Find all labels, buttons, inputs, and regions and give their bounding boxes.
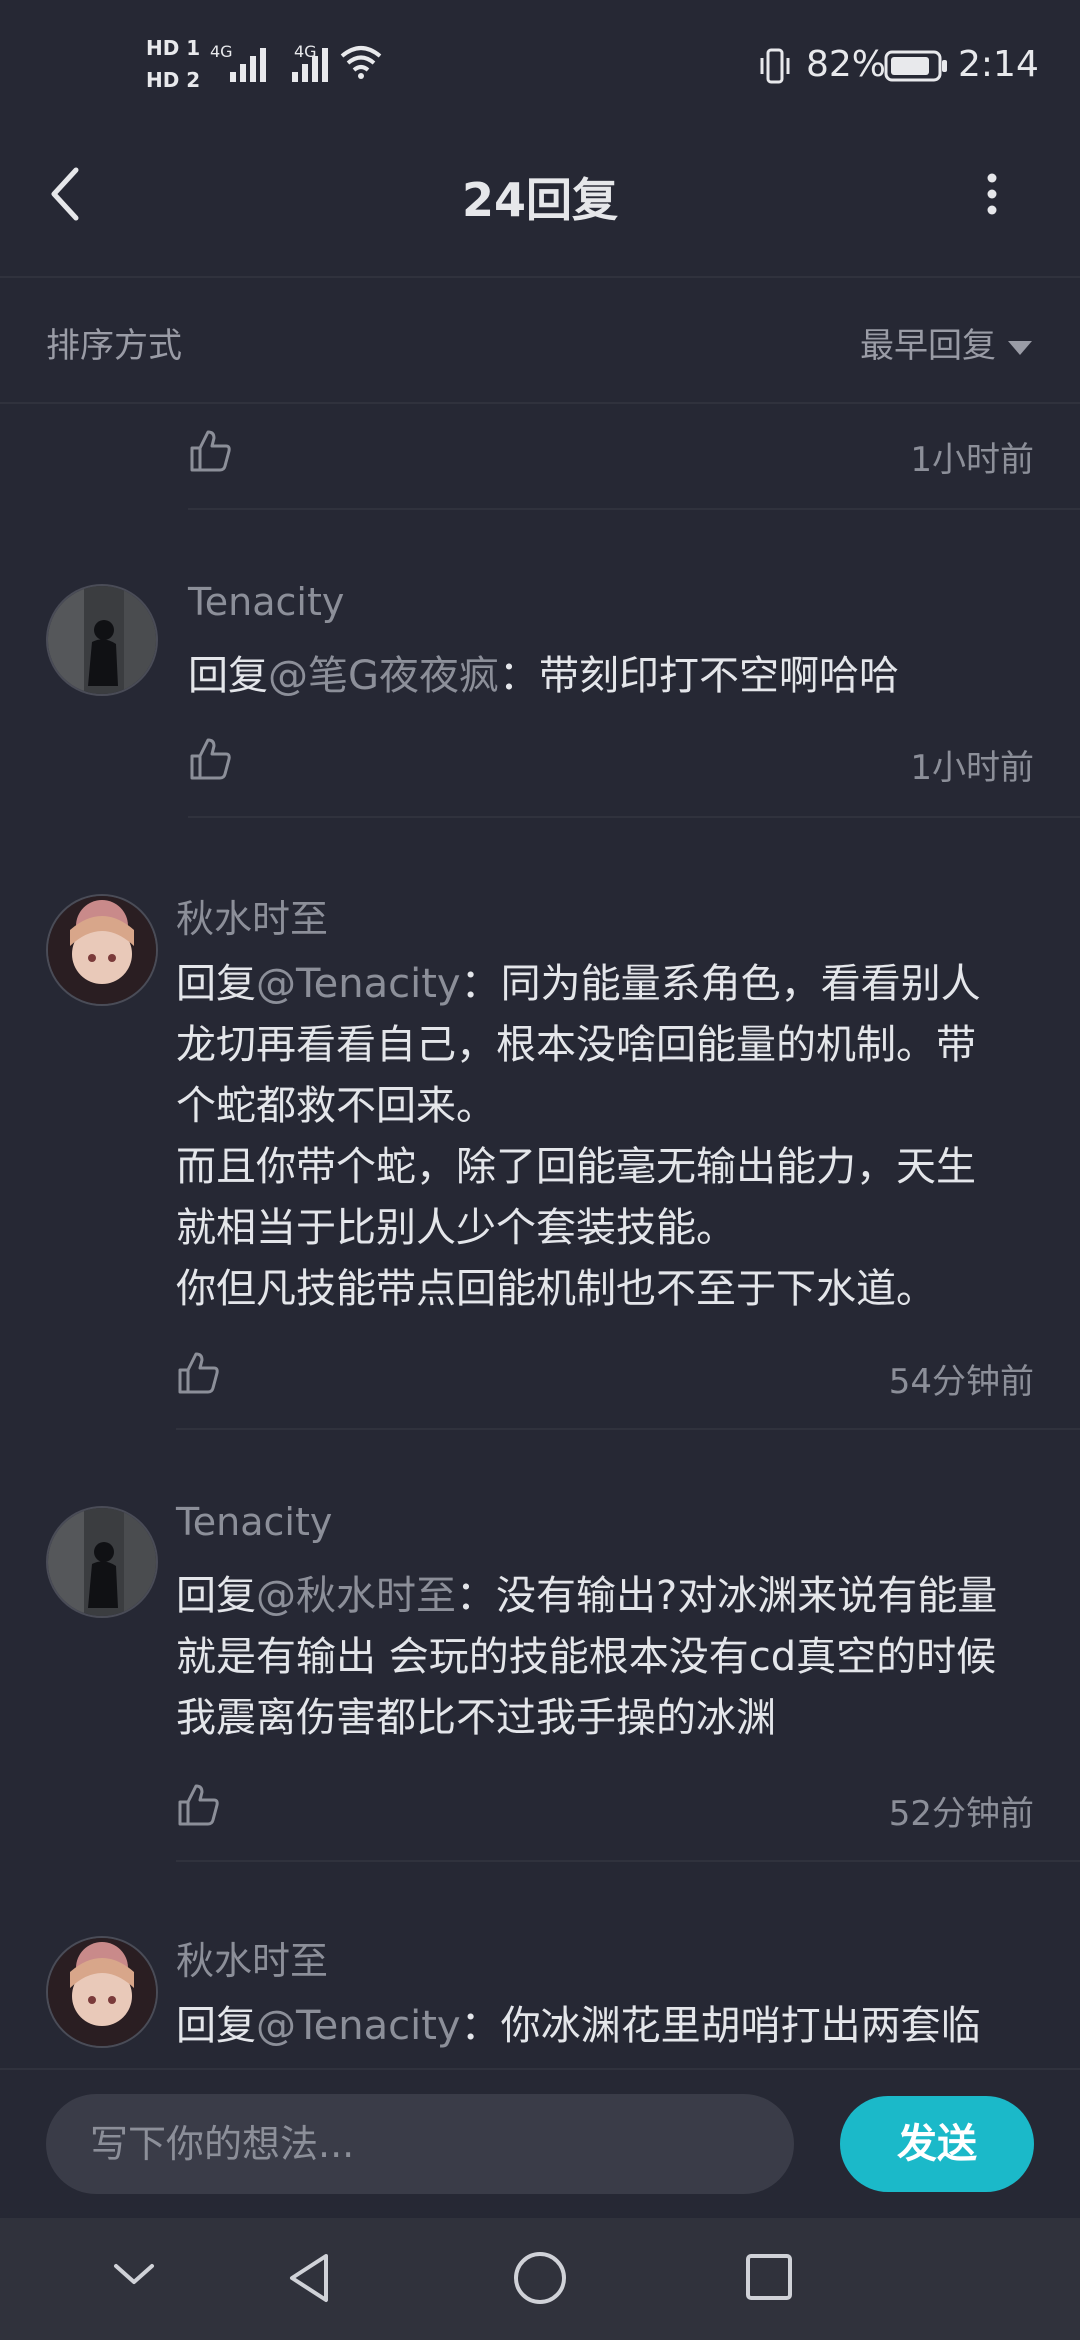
reply-time: 1小时前 (910, 748, 1034, 788)
avatar[interactable] (46, 894, 158, 1006)
avatar-image (48, 1508, 156, 1616)
divider (188, 816, 1080, 818)
divider (176, 1860, 1080, 1862)
recents-nav-icon[interactable] (744, 2252, 794, 2302)
signal1-icon (230, 48, 266, 82)
reply-content: 回复@Tenacity：你冰渊花里胡哨打出两套临 (176, 1996, 1046, 2062)
back-nav-icon[interactable] (284, 2250, 334, 2306)
reply-prefix: 回复 (176, 1573, 256, 1619)
reply-time: 54分钟前 (888, 1362, 1034, 1402)
sort-row: 排序方式 最早回复 (0, 278, 1080, 404)
signal2-icon (292, 48, 328, 82)
like-button[interactable] (176, 1350, 222, 1396)
page-title: 24回复 (461, 173, 618, 227)
reply-time: 1小时前 (910, 440, 1034, 480)
mention-link[interactable]: @秋水时至 (256, 1573, 456, 1619)
dropdown-caret-icon (1008, 340, 1032, 355)
vibrate-icon (760, 48, 790, 84)
avatar[interactable] (46, 1506, 158, 1618)
sort-dropdown[interactable]: 最早回复 (860, 318, 1032, 367)
comment-input[interactable]: 写下你的想法... (46, 2094, 794, 2194)
status-bar: HD 1 HD 2 4G 4G 82% 2:14 (0, 0, 1080, 130)
reply-prefix: 回复 (176, 961, 256, 1007)
thumbs-up-icon (178, 1784, 219, 1826)
battery-icon (884, 50, 947, 82)
avatar-image (48, 1938, 156, 2046)
avatar[interactable] (46, 584, 158, 696)
home-nav-icon[interactable] (512, 2250, 568, 2306)
like-button[interactable] (188, 428, 234, 474)
battery-percent: 82% (806, 44, 887, 85)
reply-content: 回复@Tenacity：同为能量系角色，看看别人 龙切再看看自己，根本没啥回能量… (176, 954, 1046, 1320)
reply-prefix: 回复 (188, 653, 268, 699)
mention-link[interactable]: @笔G夜夜疯 (268, 653, 499, 699)
reply-text: ：你冰渊花里胡哨打出两套临 (460, 2003, 981, 2049)
divider (188, 508, 1080, 510)
reply-author[interactable]: Tenacity (176, 1500, 332, 1544)
reply-text: ：同为能量系角色，看看别人 龙切再看看自己，根本没啥回能量的机制。带 个蛇都救不… (176, 961, 981, 1312)
reply-time: 52分钟前 (888, 1794, 1034, 1834)
thumbs-up-icon (178, 1352, 219, 1394)
reply-author[interactable]: Tenacity (188, 580, 344, 624)
reply-content: 回复@笔G夜夜疯：带刻印打不空啊哈哈 (188, 646, 1038, 707)
sim-indicators: HD 1 HD 2 (146, 36, 200, 92)
reply-text: ：带刻印打不空啊哈哈 (499, 653, 899, 699)
clock: 2:14 (958, 44, 1039, 85)
like-button[interactable] (176, 1782, 222, 1828)
sim2-label: HD 2 (146, 68, 201, 92)
header: 24回复 (0, 130, 1080, 278)
composer-bar: 写下你的想法... 发送 (0, 2068, 1080, 2220)
more-options-icon[interactable] (984, 172, 1000, 216)
sim1-label: HD 1 (146, 36, 201, 60)
like-button[interactable] (188, 736, 234, 782)
send-button[interactable]: 发送 (840, 2096, 1034, 2192)
hide-keyboard-icon[interactable] (112, 2260, 156, 2290)
avatar-image (48, 896, 156, 1004)
avatar[interactable] (46, 1936, 158, 2048)
reply-author[interactable]: 秋水时至 (176, 1930, 328, 1985)
reply-prefix: 回复 (176, 2003, 256, 2049)
reply-author[interactable]: 秋水时至 (176, 888, 328, 943)
reply-content: 回复@秋水时至：没有输出?对冰渊来说有能量 就是有输出 会玩的技能根本没有cd真… (176, 1566, 1046, 1749)
sort-value: 最早回复 (860, 326, 996, 366)
mention-link[interactable]: @Tenacity (256, 961, 461, 1007)
sort-label: 排序方式 (46, 326, 182, 366)
mention-link[interactable]: @Tenacity (256, 2003, 461, 2049)
divider (176, 1428, 1080, 1430)
system-nav-bar (0, 2218, 1080, 2340)
thumbs-up-icon (190, 430, 231, 472)
avatar-image (48, 586, 156, 694)
wifi-icon (340, 46, 382, 79)
thumbs-up-icon (190, 738, 231, 780)
